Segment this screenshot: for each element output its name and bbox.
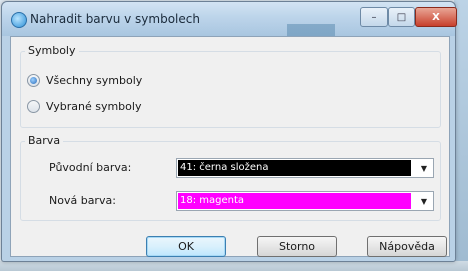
desktop-background-bottom [0,261,468,271]
desktop-background [454,0,468,271]
dialog-window: Nahradit barvu v symbolech – □ X Symboly… [1,1,457,262]
color-group-legend: Barva [25,134,64,147]
cancel-button[interactable]: Storno [257,236,337,257]
radio-selected-symbols[interactable]: Vybrané symboly [27,100,141,113]
symbols-group: Symboly Všechny symboly Vybrané symboly [20,44,441,128]
symbols-group-legend: Symboly [25,44,79,57]
radio-button-checked[interactable] [27,74,40,87]
radio-all-symbols[interactable]: Všechny symboly [27,74,142,87]
dialog-content: Symboly Všechny symboly Vybrané symboly … [10,36,450,257]
original-color-select[interactable]: 41: černa složena ▼ [176,158,434,178]
maximize-button[interactable]: □ [388,7,415,27]
ok-button[interactable]: OK [146,236,226,257]
radio-selected-symbols-label: Vybrané symboly [46,100,142,113]
original-color-value: 41: černa složena [178,160,411,176]
chevron-down-icon[interactable]: ▼ [415,159,433,177]
close-button[interactable]: X [415,7,457,27]
color-group: Barva Původní barva: 41: černa složena ▼… [20,134,441,221]
new-color-value: 18: magenta [178,193,411,209]
minimize-button[interactable]: – [360,7,388,27]
radio-button-unchecked[interactable] [27,100,40,113]
app-icon [11,12,27,28]
help-button[interactable]: Nápověda [367,236,447,257]
new-color-label: Nová barva: [49,194,116,207]
chevron-down-icon[interactable]: ▼ [415,192,433,210]
title-bar[interactable]: Nahradit barvu v symbolech – □ X [2,2,457,36]
new-color-select[interactable]: 18: magenta ▼ [176,191,434,211]
title-bar-glare [287,24,335,36]
original-color-label: Původní barva: [49,161,132,174]
window-title: Nahradit barvu v symbolech [30,12,200,26]
radio-all-symbols-label: Všechny symboly [46,74,143,87]
